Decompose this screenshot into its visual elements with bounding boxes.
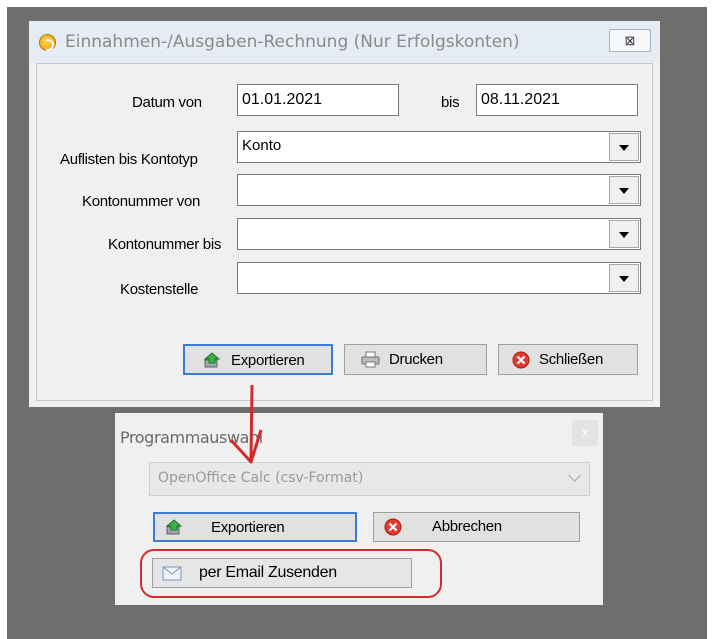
bis-input[interactable]: 08.11.2021 xyxy=(476,84,638,116)
export-button[interactable]: Exportieren xyxy=(183,344,333,375)
dropdown-arrow-icon[interactable] xyxy=(609,264,639,292)
dropdown-arrow-icon[interactable] xyxy=(609,133,639,161)
close-icon xyxy=(384,518,402,536)
bis-label: bis xyxy=(441,94,460,111)
kostenstelle-select[interactable] xyxy=(237,262,641,294)
program-export-label: Exportieren xyxy=(211,519,285,536)
highlight-ring-annotation xyxy=(140,549,442,598)
kontonummer-bis-label: Kontonummer bis xyxy=(108,236,222,253)
title-bar: Einnahmen-/Ausgaben-Rechnung (Nur Erfolg… xyxy=(29,21,660,63)
dropdown-arrow-icon[interactable] xyxy=(609,176,639,204)
kontotyp-value: Konto xyxy=(242,137,282,154)
program-export-button[interactable]: Exportieren xyxy=(153,512,357,542)
close-icon xyxy=(512,351,530,369)
kontonummer-bis-select[interactable] xyxy=(237,218,641,250)
datum-von-input[interactable]: 01.01.2021 xyxy=(237,84,399,116)
chevron-down-icon xyxy=(568,469,581,482)
close-button[interactable]: Schließen xyxy=(498,344,638,375)
datum-von-label: Datum von xyxy=(132,94,202,111)
kontotyp-label: Auflisten bis Kontotyp xyxy=(60,151,198,168)
export-icon xyxy=(203,352,221,368)
close-window-button[interactable]: ⊠ xyxy=(609,29,651,52)
print-button-label: Drucken xyxy=(389,351,443,368)
printer-icon xyxy=(361,351,380,368)
dropdown-arrow-icon[interactable] xyxy=(609,220,639,248)
close-button-label: Schließen xyxy=(539,351,604,368)
kostenstelle-label: Kostenstelle xyxy=(120,281,199,298)
export-button-label: Exportieren xyxy=(231,352,305,369)
kontotyp-select[interactable]: Konto xyxy=(237,131,641,163)
cancel-button-label: Abbrechen xyxy=(432,518,502,535)
app-icon xyxy=(39,34,56,51)
kontonummer-von-label: Kontonummer von xyxy=(82,193,201,210)
program-select[interactable]: OpenOffice Calc (csv-Format) xyxy=(149,462,590,496)
kontonummer-von-select[interactable] xyxy=(237,174,641,206)
print-button[interactable]: Drucken xyxy=(344,344,487,375)
dialog-title: Einnahmen-/Ausgaben-Rechnung (Nur Erfolg… xyxy=(65,32,520,52)
export-icon xyxy=(165,519,183,535)
program-dialog-title: Programmauswahl xyxy=(120,428,263,447)
program-select-value: OpenOffice Calc (csv-Format) xyxy=(158,470,364,486)
program-dialog-close-button[interactable]: x xyxy=(572,420,598,446)
cancel-button[interactable]: Abbrechen xyxy=(373,512,580,542)
